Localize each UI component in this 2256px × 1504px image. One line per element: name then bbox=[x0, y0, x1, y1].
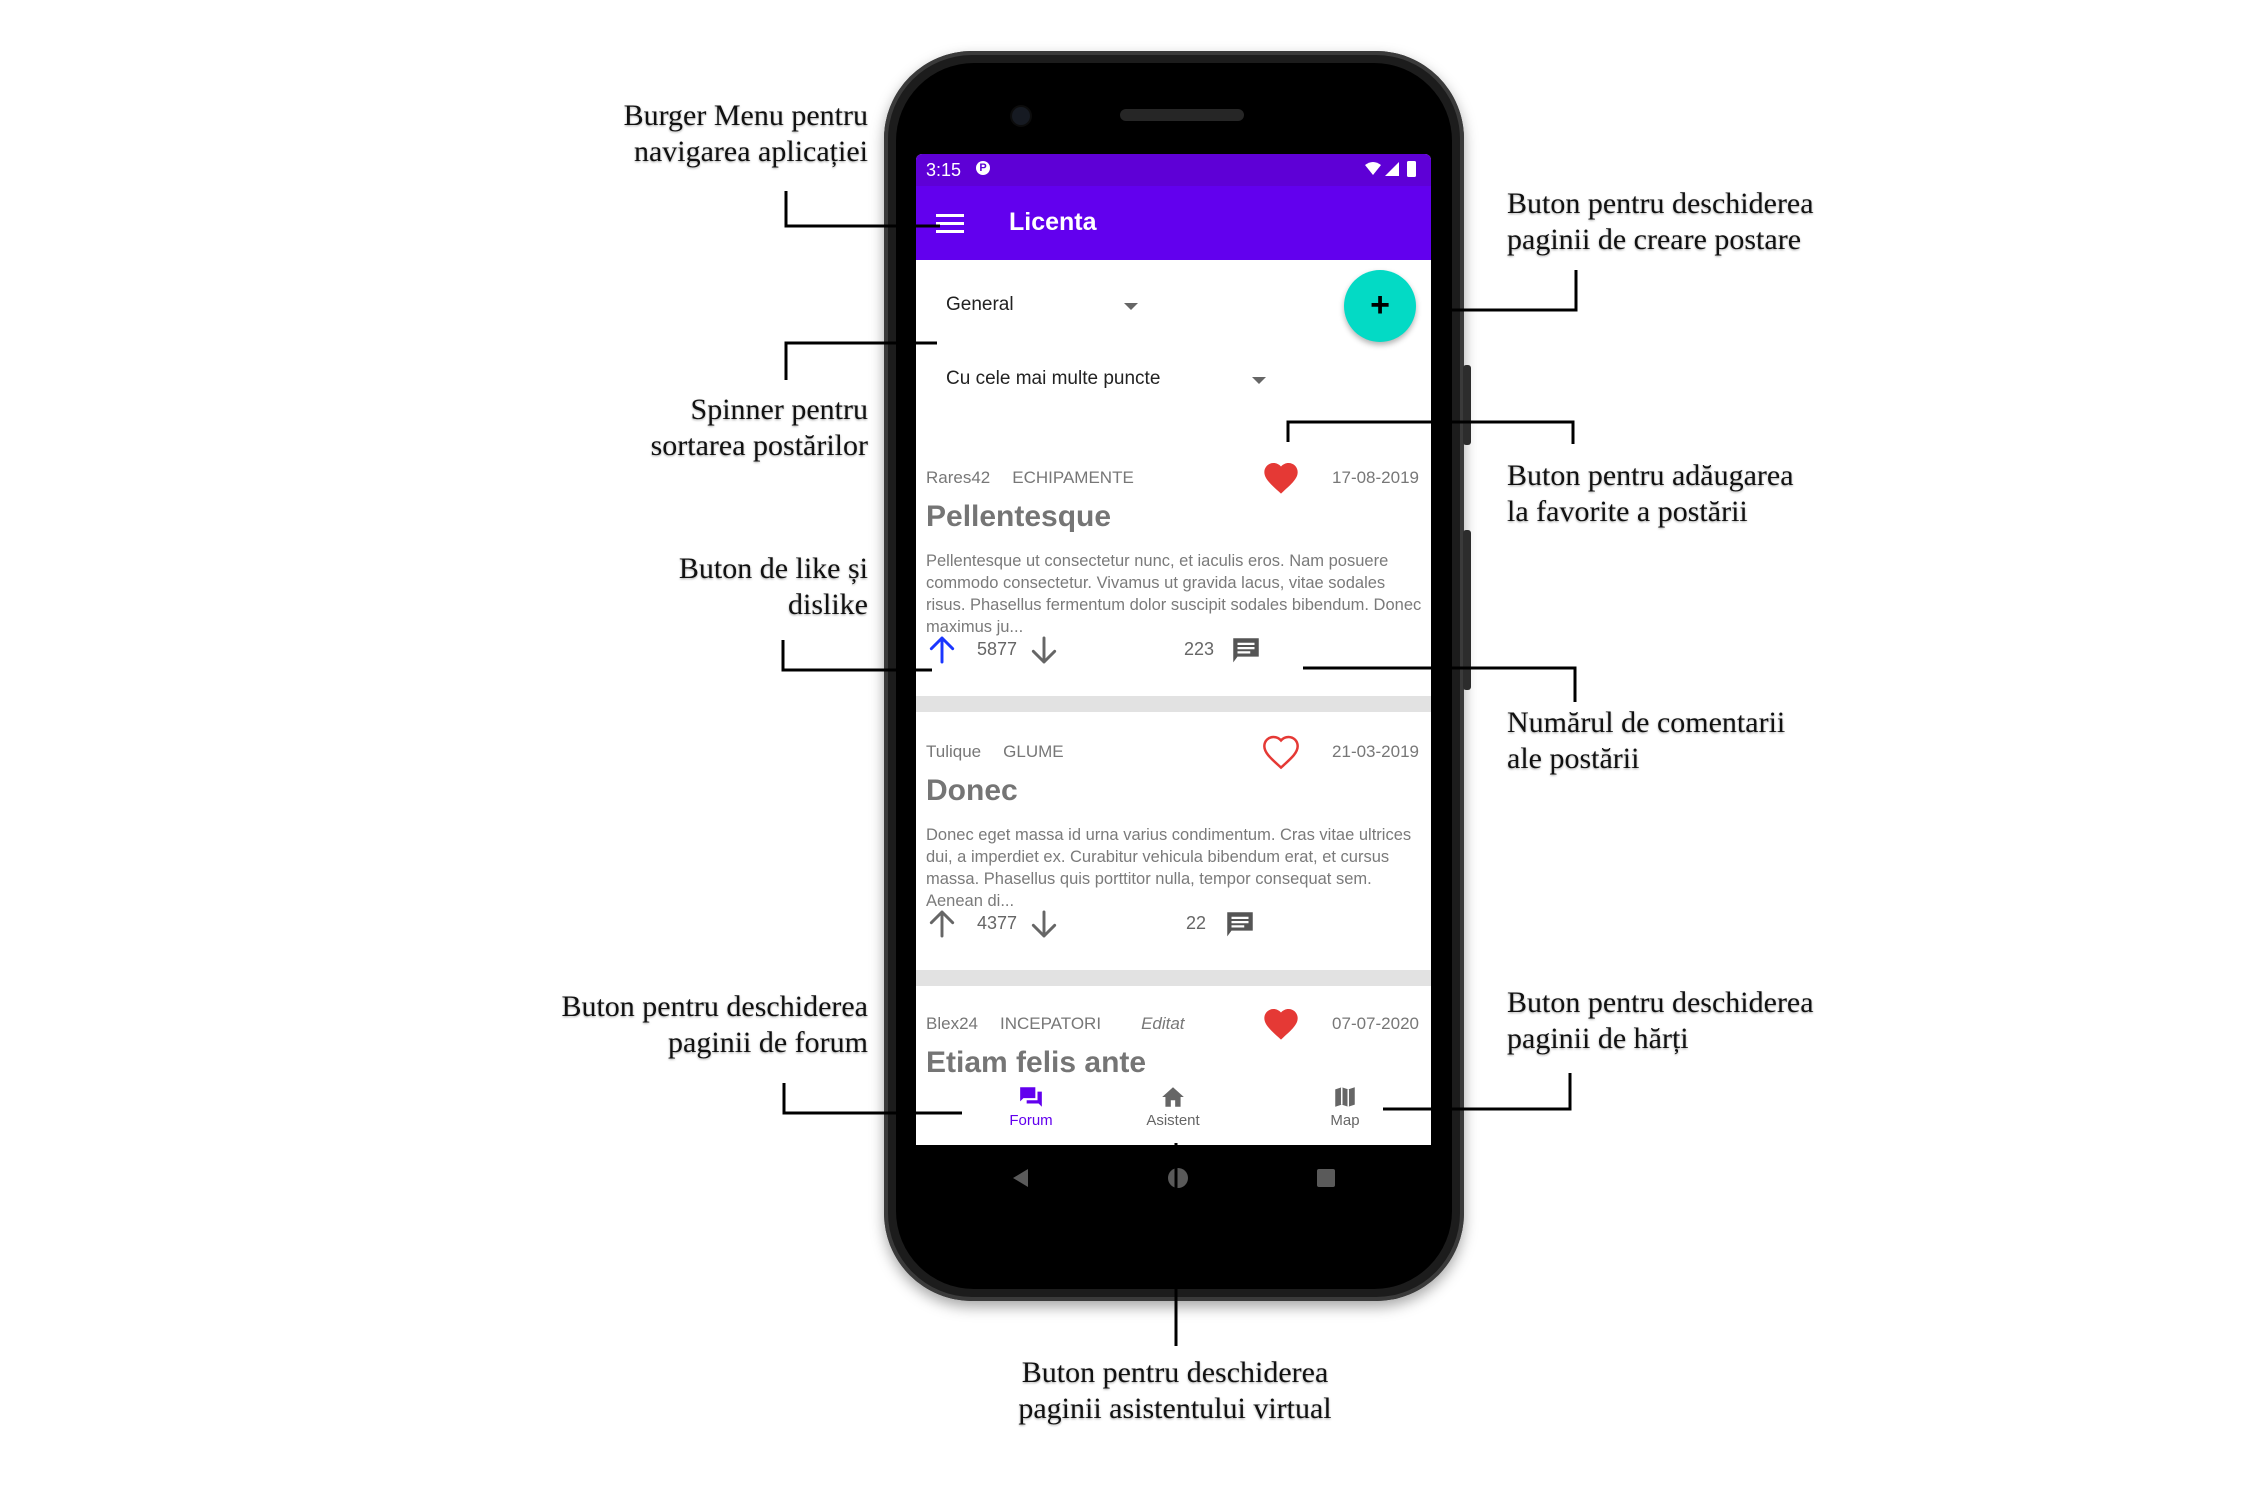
favorite-heart-filled-icon[interactable] bbox=[1261, 458, 1301, 498]
category-spinner-value: General bbox=[946, 294, 1014, 315]
annotation-favorite-button: Buton pentru adăugarea la favorite a pos… bbox=[1507, 459, 1794, 528]
plus-icon: + bbox=[1370, 286, 1390, 324]
annotation-like-dislike: Buton de like și dislike bbox=[678, 552, 868, 621]
comment-count: 223 bbox=[1184, 639, 1215, 659]
annotation-burger-menu: Burger Menu pentru navigarea aplicației bbox=[623, 99, 868, 168]
status-bar: 3:15 P bbox=[916, 154, 1431, 186]
post-date: 17-08-2019 bbox=[1332, 468, 1419, 487]
recents-icon[interactable] bbox=[1317, 1169, 1335, 1187]
annotation-create-post-button: Buton pentru deschiderea paginii de crea… bbox=[1507, 187, 1814, 256]
post-category: INCEPATORI bbox=[999, 1014, 1102, 1033]
downvote-arrow-icon[interactable] bbox=[1028, 908, 1060, 940]
comment-icon[interactable] bbox=[1222, 908, 1258, 942]
post-meta: Blex24 INCEPATORI Editat bbox=[926, 1014, 1185, 1034]
signal-icon bbox=[1385, 162, 1399, 176]
post-card[interactable]: Tulique GLUME 21-03-2019 Donec Donec eget… bbox=[916, 720, 1431, 992]
app-screen: 3:15 P Licenta General + Cu cele mai mul… bbox=[916, 154, 1431, 1145]
nav-asistent[interactable]: Asistent bbox=[1113, 1074, 1233, 1145]
post-date: 21-03-2019 bbox=[1332, 742, 1419, 761]
home-icon bbox=[1162, 1087, 1184, 1107]
home-circle-icon[interactable] bbox=[1168, 1168, 1188, 1188]
upvote-arrow-icon[interactable] bbox=[926, 634, 958, 666]
burger-menu-icon[interactable] bbox=[936, 211, 964, 235]
post-score: 4377 bbox=[977, 913, 1018, 933]
post-meta: Rares42 ECHIPAMENTE bbox=[926, 468, 1134, 488]
nav-map-label: Map bbox=[1330, 1112, 1360, 1129]
post-author[interactable]: Rares42 bbox=[926, 468, 990, 487]
post-actions: 5877 223 bbox=[916, 632, 1431, 668]
wifi-icon bbox=[1365, 162, 1381, 175]
annotation-assistant-button: Buton pentru deschiderea paginii asisten… bbox=[1018, 1356, 1332, 1425]
edited-label: Editat bbox=[1141, 1014, 1185, 1033]
sort-spinner[interactable]: Cu cele mai multe puncte bbox=[946, 368, 1276, 396]
status-time: 3:15 bbox=[926, 160, 962, 180]
earpiece-speaker bbox=[1120, 109, 1244, 121]
favorite-heart-filled-icon[interactable] bbox=[1261, 1004, 1301, 1044]
annotation-forum-button: Buton pentru deschiderea paginii de foru… bbox=[561, 990, 868, 1059]
comment-count: 22 bbox=[1186, 913, 1207, 933]
notification-icon: P bbox=[976, 161, 990, 175]
post-author[interactable]: Blex24 bbox=[926, 1014, 978, 1033]
favorite-heart-outline-icon[interactable] bbox=[1261, 732, 1301, 772]
app-bar: Licenta bbox=[916, 186, 1431, 260]
post-excerpt: Pellentesque ut consectetur nunc, et iac… bbox=[926, 552, 1422, 636]
bottom-navigation: Forum Asistent Map bbox=[916, 1074, 1431, 1145]
category-spinner[interactable]: General bbox=[946, 294, 1156, 322]
downvote-arrow-icon[interactable] bbox=[1028, 634, 1060, 666]
back-icon[interactable] bbox=[1013, 1169, 1028, 1187]
post-card[interactable]: Rares42 ECHIPAMENTE 17-08-2019 Pellentesq… bbox=[916, 446, 1431, 718]
post-date: 07-07-2020 bbox=[1332, 1014, 1419, 1033]
post-divider bbox=[916, 696, 1431, 712]
annotation-comment-count: Numărul de comentarii ale postării bbox=[1507, 706, 1786, 775]
front-camera bbox=[1012, 107, 1030, 125]
chevron-down-icon bbox=[1124, 303, 1138, 310]
nav-asistent-label: Asistent bbox=[1146, 1112, 1200, 1129]
post-actions: 4377 22 bbox=[916, 906, 1431, 942]
nav-forum-label: Forum bbox=[1009, 1112, 1053, 1129]
nav-forum[interactable]: Forum bbox=[971, 1074, 1091, 1145]
battery-icon bbox=[1407, 161, 1416, 177]
system-navigation-bar bbox=[1013, 1168, 1335, 1188]
post-title: Pellentesque bbox=[926, 500, 1112, 533]
post-category: GLUME bbox=[1003, 742, 1064, 761]
app-title: Licenta bbox=[1009, 208, 1097, 236]
create-post-fab[interactable]: + bbox=[1344, 270, 1416, 342]
forum-icon bbox=[1020, 1087, 1042, 1107]
sort-spinner-value: Cu cele mai multe puncte bbox=[946, 368, 1161, 389]
volume-button bbox=[1463, 530, 1471, 690]
post-score: 5877 bbox=[977, 639, 1018, 659]
annotation-map-button: Buton pentru deschiderea paginii de hărț… bbox=[1507, 986, 1814, 1055]
comment-icon[interactable] bbox=[1228, 634, 1264, 668]
power-button bbox=[1463, 365, 1471, 445]
upvote-arrow-icon[interactable] bbox=[926, 908, 958, 940]
post-excerpt: Donec eget massa id urna varius condimen… bbox=[926, 826, 1412, 910]
annotation-spinner: Spinner pentru sortarea postărilor bbox=[650, 393, 868, 462]
post-author[interactable]: Tulique bbox=[926, 742, 981, 761]
nav-map[interactable]: Map bbox=[1285, 1074, 1405, 1145]
chevron-down-icon bbox=[1252, 377, 1266, 384]
post-divider bbox=[916, 970, 1431, 986]
map-icon bbox=[1335, 1087, 1355, 1107]
post-title: Donec bbox=[926, 774, 1018, 807]
status-icons bbox=[1365, 161, 1416, 177]
post-meta: Tulique GLUME bbox=[926, 742, 1064, 762]
post-category: ECHIPAMENTE bbox=[1012, 468, 1134, 487]
